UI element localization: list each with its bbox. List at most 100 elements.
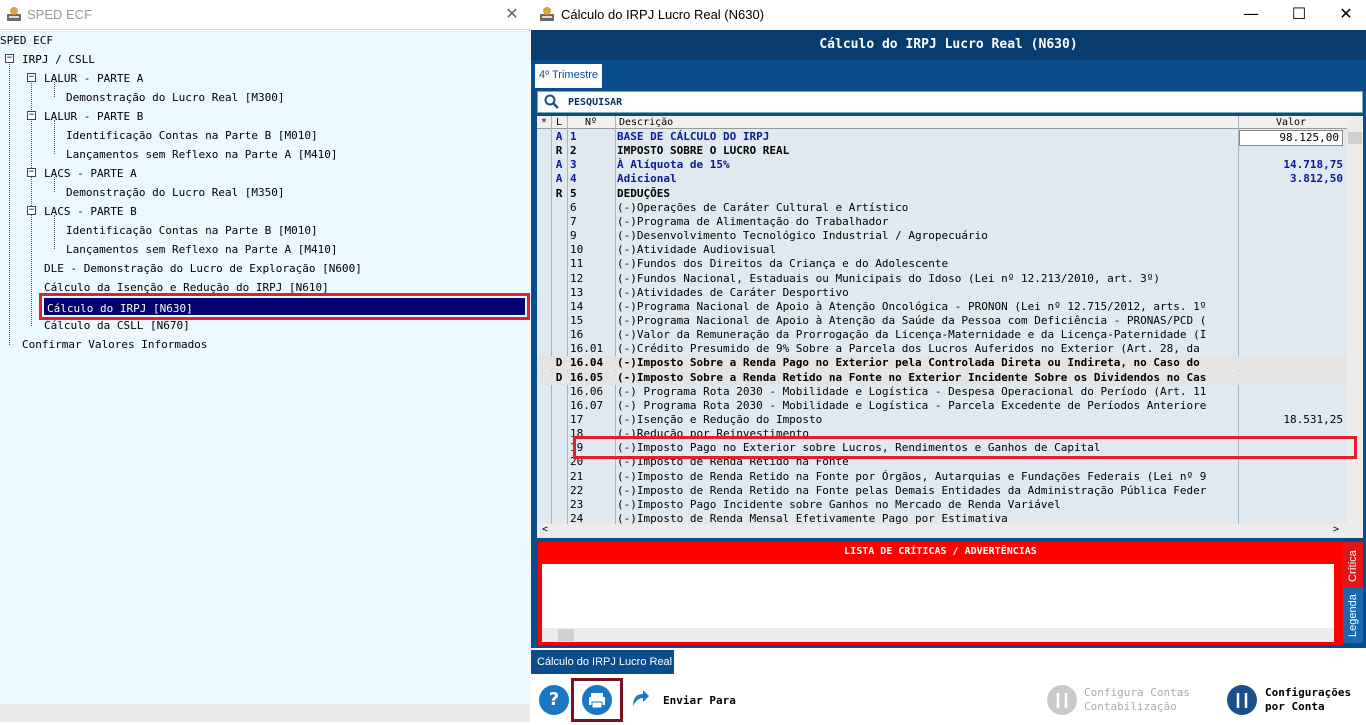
tree-node-sped-ecf[interactable]: SPED ECF bbox=[0, 34, 53, 47]
collapse-icon[interactable]: − bbox=[27, 111, 36, 120]
send-to-label[interactable]: Enviar Para bbox=[663, 694, 736, 708]
minimize-icon[interactable]: — bbox=[1236, 4, 1266, 26]
row-value: 3.812,50 bbox=[1290, 172, 1343, 186]
row-description: (-)Atividade Audiovisual bbox=[617, 243, 776, 257]
row-level: R bbox=[555, 144, 563, 158]
table-row[interactable]: 16 (-)Valor da Remuneração da Prorrogação… bbox=[537, 328, 1347, 342]
row-number: 22 bbox=[570, 483, 584, 497]
tree-node-m300[interactable]: Demonstração do Lucro Real [M300] bbox=[66, 91, 285, 104]
collapse-icon[interactable]: − bbox=[27, 206, 36, 215]
tree-node-m010-lacs[interactable]: Identificação Contas na Parte B [M010] bbox=[66, 224, 318, 237]
table-row[interactable]: 11 (-)Fundos dos Direitos da Criança e do… bbox=[537, 257, 1347, 271]
configura-contas-button[interactable] bbox=[1047, 685, 1077, 715]
table-row[interactable]: A3 À Alíquota de 15% 14.718,75 bbox=[537, 158, 1347, 172]
grid-horizontal-scrollbar[interactable]: < > bbox=[537, 524, 1363, 538]
row-number: 1 bbox=[570, 130, 577, 143]
close-icon[interactable]: ✕ bbox=[1331, 4, 1361, 26]
table-row[interactable]: D 16.04 (-)Imposto Sobre a Renda Pago no E… bbox=[537, 356, 1347, 371]
horizontal-scrollbar[interactable] bbox=[0, 704, 530, 722]
scroll-right-icon[interactable]: > bbox=[1333, 524, 1339, 535]
maximize-icon[interactable]: ☐ bbox=[1284, 4, 1314, 26]
tree-window: SPED ECF ✕ SPED ECF − IRPJ / CSLL − LALU… bbox=[0, 0, 530, 722]
calc-window: Cálculo do IRPJ Lucro Real (N630) — ☐ ✕ … bbox=[531, 0, 1366, 722]
table-row[interactable]: 16.07 (-) Programa Rota 2030 - Mobilidade… bbox=[537, 399, 1347, 413]
config-por-conta-button[interactable] bbox=[1227, 685, 1257, 715]
tab-legenda[interactable]: Legenda bbox=[1343, 588, 1363, 643]
table-row[interactable]: D 16.05 (-)Imposto Sobre a Renda Retido na… bbox=[537, 370, 1347, 385]
table-row[interactable]: 16.01 (-)Crédito Presumido de 9% Sobre a … bbox=[537, 342, 1347, 356]
table-row[interactable]: A 4 Adicional 3.812,50 bbox=[537, 172, 1347, 186]
tree-node-lalur-parte-a[interactable]: LALUR - PARTE A bbox=[44, 72, 143, 85]
close-icon[interactable]: ✕ bbox=[502, 4, 522, 24]
table-row[interactable]: R 2 IMPOSTO SOBRE O LUCRO REAL bbox=[537, 144, 1347, 158]
row-description: (-)Fundos dos Direitos da Criança e do A… bbox=[617, 257, 949, 271]
critics-list bbox=[542, 564, 1334, 642]
row-level: R bbox=[555, 186, 563, 200]
tree-node-lacs-parte-a[interactable]: LACS - PARTE A bbox=[44, 167, 137, 180]
row-description: (-)Fundos Nacional, Estaduais ou Municip… bbox=[617, 271, 1161, 285]
table-row[interactable]: 21 (-)Imposto de Renda Retido na Fonte po… bbox=[537, 470, 1347, 484]
table-row[interactable]: 22 (-)Imposto de Renda Retido na Fonte pe… bbox=[537, 484, 1347, 498]
col-valor: Valor bbox=[1275, 117, 1307, 128]
row-number: 16.04 bbox=[570, 356, 604, 370]
por-conta-label[interactable]: por Conta bbox=[1265, 700, 1325, 714]
collapse-icon[interactable]: − bbox=[27, 168, 36, 177]
tree-node-n630[interactable]: Cálculo do IRPJ [N630] bbox=[47, 302, 193, 315]
scroll-left-icon[interactable]: < bbox=[542, 524, 548, 535]
table-row[interactable]: 6 (-)Operações de Caráter Cultural e Artí… bbox=[537, 201, 1347, 215]
tab-critica[interactable]: Crítica bbox=[1343, 542, 1363, 588]
tab-calculo-irpj[interactable]: Cálculo do IRPJ Lucro Real bbox=[531, 650, 674, 674]
tab-4-trimestre[interactable]: 4º Trimestre bbox=[535, 64, 603, 88]
tree-node-n600[interactable]: DLE - Demonstração do Lucro de Exploraçã… bbox=[44, 262, 362, 275]
search-icon bbox=[544, 94, 559, 109]
tree-node-n670[interactable]: Cálculo da CSLL [N670] bbox=[44, 319, 190, 332]
vertical-scrollbar[interactable] bbox=[1347, 116, 1363, 524]
row-number: 11 bbox=[570, 257, 584, 271]
row-number: 16.07 bbox=[570, 398, 604, 412]
row-description: (-)Valor da Remuneração da Prorrogação d… bbox=[617, 328, 1207, 342]
tree-node-confirmar[interactable]: Confirmar Valores Informados bbox=[22, 338, 207, 351]
configuracoes-label[interactable]: Configurações bbox=[1265, 686, 1351, 700]
row-description: (-)Programa Nacional de Apoio à Atenção … bbox=[617, 313, 1207, 327]
table-row[interactable]: R 5 DEDUÇÕES bbox=[537, 187, 1347, 201]
tree-node-lalur-parte-b[interactable]: LALUR - PARTE B bbox=[44, 110, 143, 123]
search-bar[interactable]: PESQUISAR bbox=[537, 91, 1363, 113]
tree-node-irpj-csll[interactable]: IRPJ / CSLL bbox=[22, 53, 95, 66]
tree-window-titlebar: SPED ECF ✕ bbox=[0, 0, 530, 30]
row-number: 14 bbox=[570, 299, 584, 313]
collapse-icon[interactable]: − bbox=[27, 73, 36, 82]
help-button[interactable]: ? bbox=[539, 685, 569, 715]
table-row[interactable]: 15 (-)Programa Nacional de Apoio à Atençã… bbox=[537, 314, 1347, 328]
tree-node-m010[interactable]: Identificação Contas na Parte B [M010] bbox=[66, 129, 318, 142]
row-number: 16.06 bbox=[570, 384, 604, 398]
table-row[interactable]: 13 (-)Atividades de Caráter Desportivo bbox=[537, 286, 1347, 300]
row-level: A bbox=[555, 172, 563, 186]
table-row[interactable]: 10 (-)Atividade Audiovisual bbox=[537, 243, 1347, 257]
table-row[interactable]: 23 (-)Imposto Pago Incidente sobre Ganhos… bbox=[537, 498, 1347, 512]
tree-node-m350[interactable]: Demonstração do Lucro Real [M350] bbox=[66, 186, 285, 199]
table-row[interactable]: 17 (-)Isenção e Redução do Imposto 18.531,… bbox=[537, 413, 1347, 427]
table-row[interactable]: 14 (-)Programa Nacional de Apoio à Atençã… bbox=[537, 300, 1347, 314]
table-row[interactable]: 7 (-)Programa de Alimentação do Trabalhad… bbox=[537, 215, 1347, 229]
row-value: 18.531,25 bbox=[1283, 413, 1343, 426]
row-description: (-)Imposto Pago Incidente sobre Ganhos n… bbox=[617, 497, 1061, 511]
grid-header: * L Nº Descrição Valor bbox=[537, 116, 1363, 129]
collapse-icon[interactable]: − bbox=[5, 54, 14, 63]
row-description: (-)Imposto Sobre a Renda Pago no Exterio… bbox=[617, 356, 1200, 370]
row-number: 5 bbox=[570, 186, 577, 200]
tree-node-m410[interactable]: Lançamentos sem Reflexo na Parte A [M410… bbox=[66, 148, 338, 161]
table-row[interactable]: A 1 BASE DE CÁLCULO DO IRPJ 98.125,00 bbox=[537, 130, 1347, 146]
table-row[interactable]: 16.06 (-) Programa Rota 2030 - Mobilidade… bbox=[537, 385, 1347, 399]
row-description: (-)Imposto de Renda Retido na Fonte por … bbox=[617, 469, 1207, 483]
tree-node-m410-lacs[interactable]: Lançamentos sem Reflexo na Parte A [M410… bbox=[66, 243, 338, 256]
send-arrow-icon[interactable] bbox=[629, 686, 651, 708]
table-row[interactable]: 9 (-)Desenvolvimento Tecnológico Industri… bbox=[537, 229, 1347, 243]
row-description: (-)Programa de Alimentação do Trabalhado… bbox=[617, 214, 889, 228]
configura-contas-label[interactable]: Configura Contas bbox=[1084, 686, 1190, 700]
contabilizacao-label[interactable]: Contabilização bbox=[1084, 700, 1177, 714]
row-description: (-)Desenvolvimento Tecnológico Industria… bbox=[617, 229, 988, 243]
print-button[interactable] bbox=[571, 678, 623, 722]
row-number: 21 bbox=[570, 469, 584, 483]
table-row[interactable]: 12 (-)Fundos Nacional, Estaduais ou Munic… bbox=[537, 272, 1347, 286]
tree-node-lacs-parte-b[interactable]: LACS - PARTE B bbox=[44, 205, 137, 218]
